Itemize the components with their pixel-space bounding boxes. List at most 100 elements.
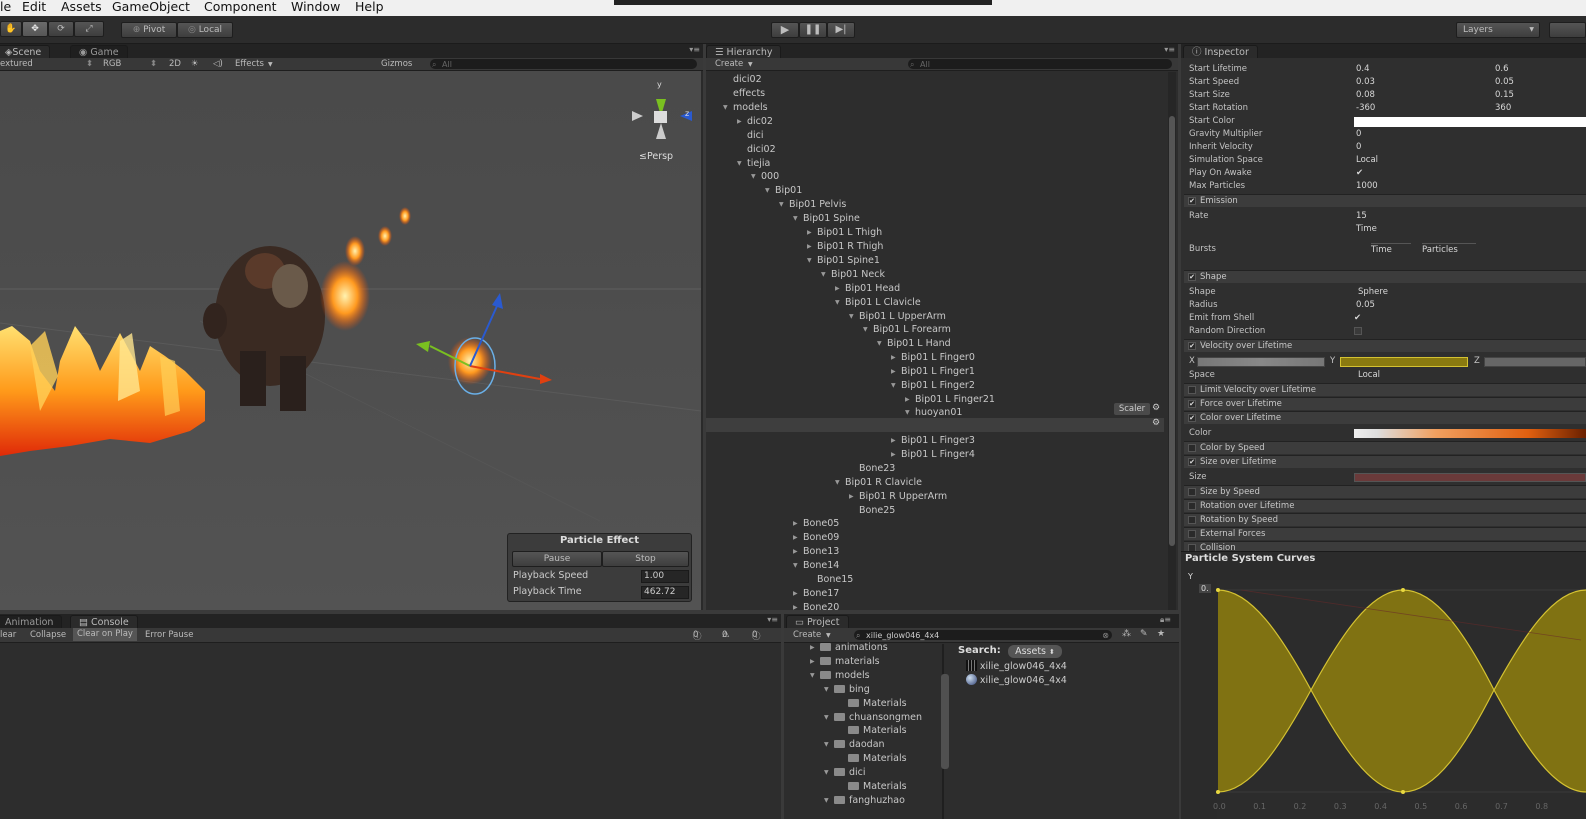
field-value[interactable]: 0 — [1356, 128, 1361, 141]
curve-key[interactable] — [1401, 790, 1405, 794]
project-folder-row[interactable]: daodan — [824, 738, 884, 752]
toggle-2d-button[interactable]: 2D — [169, 59, 181, 69]
gizmos-dropdown[interactable]: Gizmos — [381, 59, 412, 69]
checkbox[interactable] — [1188, 488, 1196, 496]
layout-dropdown[interactable] — [1549, 22, 1586, 38]
console-error-pause-toggle[interactable]: Error Pause — [145, 630, 193, 640]
hierarchy-row[interactable]: Bone09 — [793, 531, 839, 545]
hierarchy-row[interactable]: dici02 — [733, 73, 762, 87]
hierarchy-row[interactable]: Bip01 L Finger3 — [891, 434, 975, 448]
module-header[interactable]: Limit Velocity over Lifetime — [1184, 383, 1586, 396]
effects-dropdown[interactable]: Effects — [235, 59, 264, 69]
playback-time-field[interactable]: 462.72 — [641, 586, 689, 599]
move-tool-button[interactable]: ✥ — [22, 21, 48, 37]
module-header[interactable]: Size by Speed — [1184, 485, 1586, 498]
start-color-swatch[interactable] — [1354, 117, 1586, 127]
hierarchy-row[interactable]: Bip01 L Hand — [877, 337, 951, 351]
menu-help[interactable]: Help — [355, 0, 384, 14]
hierarchy-row[interactable]: Bip01 L Forearm — [863, 323, 951, 337]
menu-assets[interactable]: Assets — [61, 0, 102, 14]
layers-dropdown[interactable]: Layers ▼ — [1456, 22, 1540, 38]
hierarchy-row[interactable]: 000 — [751, 170, 779, 184]
clear-search-icon[interactable]: ⊗ — [1102, 631, 1109, 641]
hierarchy-row[interactable]: Bip01 R Clavicle — [835, 476, 922, 490]
module-header[interactable]: Collision — [1184, 541, 1586, 553]
random-direction-checkbox[interactable] — [1354, 327, 1362, 335]
field-value[interactable]: ✔ — [1356, 167, 1363, 180]
project-folder-row[interactable]: dici — [824, 766, 865, 780]
step-button[interactable]: ▶| — [827, 22, 855, 38]
menu-edit[interactable]: Edit — [22, 0, 46, 14]
filter-type-icon[interactable]: ⁂ — [1122, 629, 1131, 639]
menu-component[interactable]: Component — [204, 0, 277, 14]
rotate-tool-button[interactable]: ⟳ — [48, 21, 74, 37]
tab-project[interactable]: ▭ Project — [786, 615, 849, 628]
hierarchy-row[interactable]: Bip01 L Clavicle — [835, 296, 921, 310]
hierarchy-row[interactable]: Bone15 — [817, 573, 853, 587]
project-folder-row[interactable]: materials — [810, 655, 880, 669]
shape-module-header[interactable]: ✔ Shape — [1184, 270, 1586, 283]
panel-menu-icon[interactable]: ▾≡ — [767, 615, 778, 624]
color-mode-dropdown[interactable]: RGB — [103, 59, 121, 69]
project-folder-row[interactable]: models — [810, 669, 869, 683]
checkbox[interactable] — [1188, 444, 1196, 452]
hierarchy-row[interactable]: Bip01 L UpperArm — [849, 310, 946, 324]
checkbox[interactable] — [1188, 516, 1196, 524]
size-curve-field[interactable] — [1354, 473, 1586, 482]
hierarchy-row[interactable]: Bip01 R Thigh — [807, 240, 884, 254]
hierarchy-row[interactable]: tiejia — [737, 157, 770, 171]
checkbox[interactable] — [1188, 502, 1196, 510]
hierarchy-row[interactable]: Bip01 Head — [835, 282, 900, 296]
hierarchy-row[interactable]: Bip01 — [765, 184, 802, 198]
velocity-y-curve[interactable] — [1340, 357, 1468, 367]
particle-stop-button[interactable]: Stop — [602, 551, 689, 567]
hierarchy-row[interactable]: Bone25 — [859, 504, 895, 518]
hierarchy-row[interactable]: Bone23 — [859, 462, 895, 476]
lighting-icon[interactable]: ☀ — [191, 59, 199, 69]
project-folder-row[interactable]: Materials — [848, 752, 907, 766]
hierarchy-row[interactable]: Bip01 Spine — [793, 212, 860, 226]
panel-menu-icon[interactable]: ▾≡ — [1164, 45, 1175, 54]
hierarchy-row[interactable]: Bip01 Neck — [821, 268, 885, 282]
project-folder-row[interactable]: Materials — [848, 780, 907, 794]
scene-search-input[interactable]: ⌕ All — [430, 59, 697, 69]
module-header[interactable]: Rotation over Lifetime — [1184, 499, 1586, 512]
curve-key[interactable] — [1216, 588, 1220, 592]
panel-menu-icon[interactable]: ▾≡ — [689, 45, 700, 54]
hierarchy-row[interactable]: dici — [747, 129, 764, 143]
checkbox[interactable] — [1188, 386, 1196, 394]
render-mode-dropdown[interactable]: extured — [0, 59, 33, 69]
menu-file[interactable]: le — [0, 0, 11, 14]
console-clear-on-play-toggle[interactable]: Clear on Play — [73, 628, 137, 641]
play-button[interactable]: ▶ — [771, 22, 799, 38]
hierarchy-search-input[interactable]: ⌕ All — [908, 59, 1172, 69]
particle-pause-button[interactable]: Pause — [512, 551, 602, 567]
field-value-max[interactable]: 360 — [1495, 102, 1511, 115]
project-folder-row[interactable]: chuansongmen — [824, 711, 922, 725]
field-value[interactable]: 0.03 — [1356, 76, 1375, 89]
hierarchy-row[interactable]: Bip01 Spine1 — [807, 254, 880, 268]
field-value[interactable]: 0.08 — [1356, 89, 1375, 102]
project-folder-row[interactable]: Materials — [848, 697, 907, 711]
hierarchy-row[interactable]: Bone13 — [793, 545, 839, 559]
velocity-space-dropdown[interactable]: Local — [1358, 369, 1380, 382]
scene-viewport[interactable]: y z ≤Persp Particle Effect Pause Stop Pl… — [0, 71, 701, 610]
project-folder-row[interactable]: fanghuzhao — [824, 794, 905, 808]
hierarchy-row[interactable]: Bone20 — [793, 601, 839, 615]
checkbox[interactable]: ✔ — [1188, 458, 1196, 466]
emit-shell-checkbox[interactable]: ✔ — [1354, 312, 1361, 325]
module-header[interactable]: ✔ Color over Lifetime — [1184, 411, 1586, 424]
favorite-icon[interactable]: ★ — [1157, 629, 1165, 639]
menu-gameobject[interactable]: GameObject — [112, 0, 190, 14]
color-by-speed-module[interactable]: Color by Speed — [1184, 441, 1586, 454]
lock-icon[interactable]: 🔒︎≡ — [1160, 615, 1171, 625]
hierarchy-row[interactable]: Bone05 — [793, 517, 839, 531]
field-value-max[interactable]: 0.05 — [1495, 76, 1514, 89]
scale-tool-button[interactable]: ⤢ — [74, 21, 104, 37]
checkbox[interactable]: ✔ — [1188, 342, 1196, 350]
size-over-lifetime-module[interactable]: ✔ Size over Lifetime — [1184, 455, 1586, 468]
field-value-max[interactable]: 0.6 — [1495, 63, 1509, 76]
hierarchy-scroll-thumb[interactable] — [1169, 116, 1175, 546]
module-header[interactable]: External Forces — [1184, 527, 1586, 540]
color-gradient-field[interactable] — [1354, 429, 1586, 438]
